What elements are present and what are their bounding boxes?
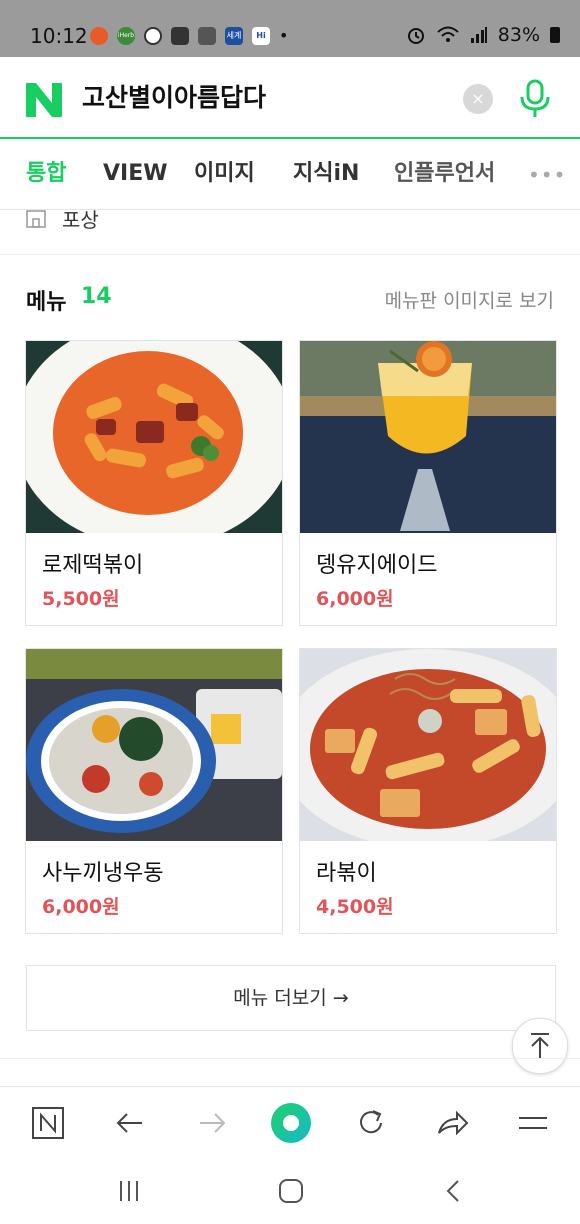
arrow-up-icon — [531, 1033, 549, 1058]
battery-percent: 83% — [497, 24, 540, 46]
iherb-icon: iHerb — [117, 26, 135, 45]
mic-icon[interactable] — [518, 79, 552, 119]
more-tabs-icon[interactable]: ••• — [528, 163, 566, 187]
view-menu-image-link[interactable]: 메뉴판 이미지로 보기 — [385, 286, 554, 313]
status-right: 83% — [406, 24, 560, 46]
system-nav-bar — [0, 1158, 580, 1224]
rabokki-photo — [300, 649, 556, 841]
tab-influencer[interactable]: 인플루언서 — [394, 161, 495, 187]
menu-item-name: 사누끼냉우동 — [42, 861, 164, 886]
hi-icon: Hi — [252, 26, 270, 45]
share-icon[interactable] — [435, 1105, 471, 1141]
menu-item-price: 5,500원 — [42, 588, 120, 610]
naver-logo-icon[interactable] — [26, 83, 62, 117]
menu-item-price: 6,000원 — [42, 896, 120, 918]
menu-item-card[interactable]: 라볶이 4,500원 — [299, 648, 557, 934]
cold-udon-photo — [26, 649, 282, 841]
menu-item-price: 6,000원 — [316, 588, 394, 610]
more-notifications-dot: • — [279, 26, 289, 45]
place-info-text: 포상 — [62, 208, 99, 232]
news-icon: 세계 — [225, 26, 243, 45]
tab-images[interactable]: 이미지 — [194, 161, 255, 187]
refresh-icon[interactable] — [353, 1105, 389, 1141]
menu-icon[interactable] — [515, 1105, 551, 1141]
menu-count: 14 — [81, 284, 112, 309]
status-bar: 10:12 iHerb 세계 Hi • 83% — [0, 0, 580, 57]
menu-item-name: 로제떡볶이 — [42, 553, 144, 578]
red-app-icon — [90, 26, 108, 45]
menu-item-name: 라볶이 — [316, 861, 377, 886]
menu-item-name: 뎅유지에이드 — [316, 553, 438, 578]
search-tabs: 통합 VIEW 이미지 지식iN 인플루언서 ••• — [0, 139, 580, 210]
rose-tteokbokki-photo — [26, 341, 282, 533]
green-dot-icon[interactable] — [269, 1101, 313, 1145]
more-menu-button[interactable]: 메뉴 더보기 → — [26, 965, 556, 1031]
recent-apps-icon[interactable] — [114, 1178, 144, 1204]
clear-search-button[interactable]: × — [463, 84, 493, 114]
alarm-icon — [407, 28, 424, 44]
search-query[interactable]: 고산별이아름답다 — [82, 83, 266, 113]
menu-item-card[interactable]: 사누끼냉우동 6,000원 — [25, 648, 283, 934]
scroll-to-top-button[interactable] — [512, 1018, 568, 1074]
wifi-icon — [437, 26, 459, 42]
gmail-icon — [171, 26, 189, 45]
section-divider — [0, 1058, 580, 1059]
forward-arrow-icon[interactable] — [194, 1105, 230, 1141]
tab-view[interactable]: VIEW — [103, 161, 168, 187]
menu-item-card[interactable]: 로제떡볶이 5,500원 — [25, 340, 283, 626]
notification-icons: iHerb 세계 Hi • — [90, 26, 288, 45]
back-arrow-icon[interactable] — [112, 1105, 148, 1141]
browser-toolbar — [0, 1086, 580, 1159]
status-time: 10:12 — [30, 24, 88, 48]
place-info-row: 포상 — [0, 208, 580, 255]
tab-integrated[interactable]: 통합 — [26, 161, 66, 187]
menu-item-price: 4,500원 — [316, 896, 394, 918]
naver-home-icon[interactable] — [30, 1105, 66, 1141]
system-back-icon[interactable] — [438, 1178, 468, 1204]
menu-section-title: 메뉴 — [26, 290, 67, 315]
signal-icon — [470, 27, 487, 43]
citron-ade-photo — [300, 341, 556, 533]
battery-icon — [550, 27, 560, 43]
home-icon[interactable] — [276, 1178, 306, 1204]
tab-knowledge-in[interactable]: 지식iN — [293, 161, 359, 187]
flag-icon — [198, 26, 216, 45]
menu-item-card[interactable]: 뎅유지에이드 6,000원 — [299, 340, 557, 626]
circle-app-icon — [144, 26, 162, 45]
search-bar: 고산별이아름답다 × — [0, 57, 580, 139]
building-icon — [26, 210, 46, 228]
